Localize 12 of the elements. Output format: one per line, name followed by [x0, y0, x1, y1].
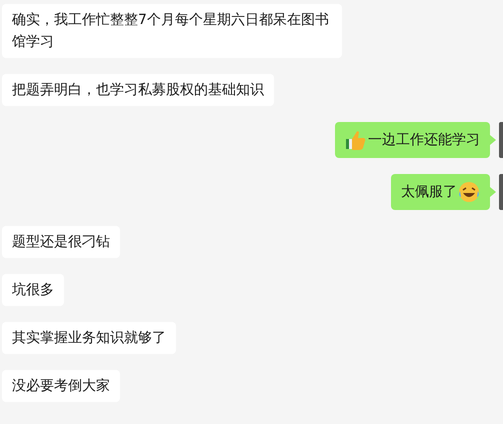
- message-text: 一边工作还能学习: [368, 131, 480, 150]
- avatar: [499, 122, 503, 158]
- message-text: 坑很多: [12, 282, 54, 298]
- message-text: 确实，我工作忙整整7个月每个星期六日都呆在图书馆学习: [12, 12, 329, 50]
- message-text: 没必要考倒大家: [12, 378, 110, 394]
- thumbs-up-icon: [345, 129, 367, 151]
- message-text: 太佩服了: [401, 183, 457, 202]
- avatar: [499, 174, 503, 210]
- message-text: 其实掌握业务知识就够了: [12, 330, 166, 346]
- laughing-face-icon: [458, 181, 480, 203]
- message-text: 把题弄明白，也学习私募股权的基础知识: [12, 82, 264, 98]
- message-text: 题型还是很刁钻: [12, 234, 110, 250]
